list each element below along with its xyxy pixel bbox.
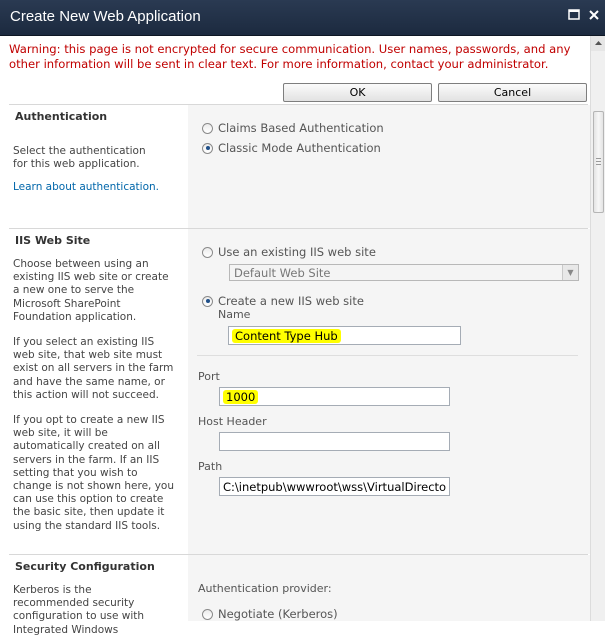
security-title: Security Configuration	[15, 560, 155, 573]
close-icon[interactable]	[587, 8, 601, 22]
create-new-iis-label: Create a new IIS web site	[218, 294, 364, 308]
classic-auth-label: Classic Mode Authentication	[218, 141, 381, 155]
negotiate-kerberos-option[interactable]: Negotiate (Kerberos)	[202, 607, 338, 621]
iis-title: IIS Web Site	[15, 234, 91, 247]
maximize-icon[interactable]	[567, 8, 581, 22]
negotiate-kerberos-radio[interactable]	[202, 608, 213, 620]
port-field[interactable]: 1000	[219, 387, 450, 406]
existing-iis-select-value: Default Web Site	[234, 266, 331, 280]
create-new-iis-option[interactable]: Create a new IIS web site	[202, 294, 364, 308]
use-existing-iis-option[interactable]: Use an existing IIS web site	[202, 245, 376, 259]
ok-button[interactable]: OK	[283, 83, 432, 102]
site-name-field[interactable]: Content Type Hub	[228, 326, 461, 345]
scroll-up-button[interactable]	[591, 36, 605, 51]
authentication-description: Select the authentication for this web a…	[13, 145, 146, 171]
scroll-grip-line	[596, 158, 601, 159]
scroll-thumb[interactable]	[593, 111, 604, 213]
claims-auth-label: Claims Based Authentication	[218, 121, 384, 135]
use-existing-iis-radio[interactable]	[202, 246, 213, 258]
create-new-iis-radio[interactable]	[202, 295, 213, 307]
cancel-button[interactable]: Cancel	[438, 83, 587, 102]
site-name-value: Content Type Hub	[232, 329, 341, 343]
path-label: Path	[198, 460, 223, 473]
port-value: 1000	[223, 390, 259, 404]
authentication-title: Authentication	[15, 110, 108, 123]
port-label: Port	[198, 370, 220, 383]
vertical-scrollbar[interactable]	[590, 36, 605, 621]
security-description: Kerberos is the recommended security con…	[13, 584, 145, 636]
path-field[interactable]: C:\inetpub\wwwroot\wss\VirtualDirecto	[219, 477, 450, 496]
scroll-grip-line	[596, 161, 601, 162]
iis-description-1: Choose between using an existing IIS web…	[13, 258, 169, 323]
negotiate-kerberos-label: Negotiate (Kerberos)	[218, 607, 338, 621]
host-header-field[interactable]	[219, 432, 450, 451]
chevron-down-icon: ▼	[562, 265, 578, 280]
use-existing-iis-label: Use an existing IIS web site	[218, 245, 376, 259]
dialog-title: Create New Web Application	[10, 8, 201, 25]
claims-auth-option[interactable]: Claims Based Authentication	[202, 121, 384, 135]
scroll-grip-line	[596, 164, 601, 165]
classic-auth-radio[interactable]	[202, 142, 213, 154]
name-label: Name	[218, 308, 251, 321]
host-header-label: Host Header	[198, 415, 267, 428]
iis-description-3: If you opt to create a new IIS web site,…	[13, 414, 174, 532]
learn-authentication-link[interactable]: Learn about authentication.	[13, 181, 159, 193]
existing-iis-select[interactable]: Default Web Site ▼	[229, 264, 579, 281]
auth-provider-label: Authentication provider:	[198, 582, 332, 595]
dialog-title-bar: Create New Web Application	[0, 0, 605, 36]
classic-auth-option[interactable]: Classic Mode Authentication	[202, 141, 381, 155]
claims-auth-radio[interactable]	[202, 122, 213, 134]
security-warning: Warning: this page is not encrypted for …	[9, 42, 571, 71]
iis-description-2: If you select an existing IIS web site, …	[13, 336, 174, 401]
divider	[197, 355, 578, 356]
